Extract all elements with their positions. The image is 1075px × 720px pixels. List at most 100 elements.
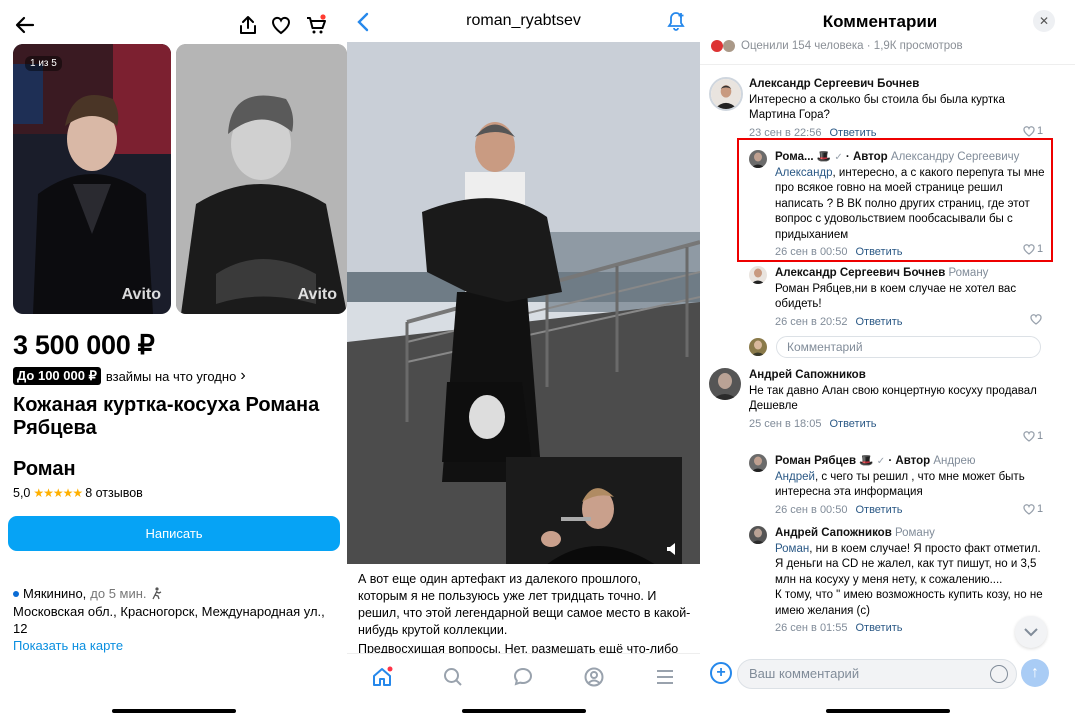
- write-message-button[interactable]: Написать: [8, 516, 340, 551]
- attach-plus-icon[interactable]: +: [710, 662, 732, 684]
- share-icon[interactable]: [237, 14, 259, 36]
- listing-photo-2[interactable]: Avito: [176, 44, 347, 314]
- comment-meta-row: 26 сен в 00:50 Ответить: [775, 503, 975, 519]
- like-count: 1: [1037, 243, 1044, 255]
- comment-text-line2: Дешевле: [749, 400, 798, 412]
- comment-author[interactable]: Андрей Сапожников: [749, 368, 1049, 384]
- reply-to[interactable]: Андрею: [933, 455, 975, 467]
- divider: [700, 64, 1075, 65]
- menu-icon[interactable]: [653, 665, 677, 689]
- photo-counter: 1 из 5: [25, 56, 62, 71]
- like-button[interactable]: 1: [1023, 503, 1043, 515]
- likes-summary[interactable]: Оценили 154 человека · 1,9К просмотров: [711, 40, 963, 52]
- hat-emoji-icon: 🎩: [816, 151, 832, 163]
- profile-icon[interactable]: [582, 665, 606, 689]
- comment-author[interactable]: Александр Сергеевич Бочнев: [749, 77, 1049, 93]
- like-count: 1: [1037, 125, 1044, 137]
- like-button[interactable]: 1: [1023, 243, 1043, 255]
- seller-name[interactable]: Роман: [13, 458, 76, 481]
- post-header: roman_ryabtsev: [347, 0, 700, 42]
- heart-icon: [1023, 125, 1035, 137]
- comment-author[interactable]: Александр Сергеевич Бочнев: [775, 267, 945, 279]
- photo-man-leather-jacket: [13, 44, 171, 314]
- comment-item: Александр Сергеевич Бочнев Роману Роман …: [775, 266, 1047, 330]
- show-on-map-link[interactable]: Показать на карте: [13, 638, 123, 653]
- heart-icon: [1030, 314, 1042, 325]
- comment-text-line3: К тому, что " имею возможность купить ко…: [775, 589, 1043, 617]
- avatar[interactable]: [749, 150, 767, 168]
- listing-title: Кожаная куртка-косуха Романа Рябцева: [13, 394, 320, 439]
- reply-button[interactable]: Ответить: [855, 246, 902, 258]
- avito-toolbar: [0, 0, 347, 46]
- home-icon[interactable]: [370, 665, 394, 689]
- listing-address: Московская обл., Красногорск, Международ…: [13, 604, 325, 636]
- messages-icon[interactable]: [511, 665, 535, 689]
- avatar[interactable]: [749, 526, 767, 544]
- loan-offer-text: взаймы на что угодно: [105, 368, 237, 384]
- reply-button[interactable]: Ответить: [829, 418, 876, 430]
- search-icon[interactable]: [441, 665, 465, 689]
- like-button[interactable]: [1030, 314, 1042, 325]
- like-count: 1: [1037, 430, 1044, 442]
- avatar[interactable]: [709, 77, 743, 111]
- subscribe-bell-icon[interactable]: [665, 10, 687, 32]
- heart-icon: [1023, 503, 1035, 515]
- scroll-down-button[interactable]: [1015, 616, 1047, 648]
- reply-button[interactable]: Ответить: [855, 622, 902, 634]
- mention-link[interactable]: Александр: [775, 167, 833, 179]
- post-author-username[interactable]: roman_ryabtsev: [347, 12, 700, 30]
- reply-button[interactable]: Ответить: [855, 316, 902, 328]
- comment-author[interactable]: Андрей Сапожников: [775, 527, 892, 539]
- verified-check-icon: ✓: [834, 152, 843, 163]
- vk-post-screen: roman_ryabtsev А вот еще один артефакт и…: [347, 0, 700, 720]
- verified-check-icon: ✓: [876, 456, 886, 467]
- like-button[interactable]: 1: [1023, 125, 1043, 137]
- reply-button[interactable]: Ответить: [829, 127, 876, 139]
- comment-input[interactable]: Ваш комментарий: [737, 659, 1017, 689]
- avatar: [749, 338, 767, 356]
- reply-to[interactable]: Роману: [948, 267, 988, 279]
- comment-text-line2: Я деньги на CD не жалел, как тут пишут, …: [775, 558, 1037, 586]
- post-text: А вот еще один артефакт из далекого прош…: [358, 572, 691, 637]
- metro-distance: до 5 мин.: [90, 586, 147, 601]
- mention-link[interactable]: Роман: [775, 543, 809, 555]
- heart-icon: [1023, 430, 1035, 442]
- video-pip-window[interactable]: [506, 457, 682, 564]
- loan-offer-link[interactable]: До 100 000 ₽ взаймы на что угодно ›: [13, 367, 246, 385]
- vk-tab-bar: [347, 653, 700, 699]
- likes-views-text: Оценили 154 человека · 1,9К просмотров: [741, 40, 963, 52]
- comment-input-placeholder: Ваш комментарий: [749, 666, 860, 681]
- avito-watermark-2: Avito: [297, 286, 337, 303]
- post-photo[interactable]: [347, 42, 700, 564]
- comment-date: 23 сен в 22:56: [749, 126, 822, 139]
- avatar-author: [749, 454, 767, 472]
- comment-author[interactable]: Рома...: [775, 151, 814, 163]
- emoji-icon[interactable]: [990, 665, 1008, 683]
- comment-item: Александр Сергеевич Бочнев Интересно а с…: [749, 77, 1049, 141]
- favorite-heart-icon[interactable]: [270, 14, 292, 36]
- comments-header: Комментарии ✕: [700, 0, 1075, 42]
- avatar[interactable]: [749, 454, 767, 472]
- mention-link[interactable]: Андрей: [775, 471, 815, 483]
- avito-listing-screen: 1 из 5 Avito Avito 3 500 000 ₽ До 100 00…: [0, 0, 347, 720]
- reviews-count: 8 отзывов: [85, 486, 143, 500]
- reply-to[interactable]: Александру Сергеевичу: [891, 151, 1019, 163]
- reply-button[interactable]: Ответить: [855, 504, 902, 516]
- comments-title: Комментарии: [822, 12, 938, 31]
- close-icon[interactable]: ✕: [1033, 10, 1055, 32]
- reply-input[interactable]: Комментарий: [776, 336, 1041, 358]
- heart-icon: [1023, 243, 1035, 255]
- listing-price: 3 500 000 ₽: [13, 330, 155, 360]
- avatar[interactable]: [709, 368, 741, 400]
- back-arrow-icon[interactable]: [14, 14, 36, 36]
- avatar[interactable]: [749, 266, 767, 284]
- listing-photo-1[interactable]: 1 из 5 Avito: [13, 44, 171, 314]
- cart-icon[interactable]: [305, 14, 327, 36]
- seller-rating[interactable]: 5,0 ★★★★★ 8 отзывов: [13, 486, 143, 500]
- comment-author[interactable]: Роман Рябцев: [775, 455, 856, 467]
- like-button[interactable]: 1: [1023, 430, 1043, 442]
- send-icon[interactable]: ↑: [1021, 659, 1049, 687]
- walking-icon: [151, 587, 161, 600]
- reply-to[interactable]: Роману: [895, 527, 935, 539]
- loan-amount-tag: До 100 000 ₽: [13, 367, 101, 385]
